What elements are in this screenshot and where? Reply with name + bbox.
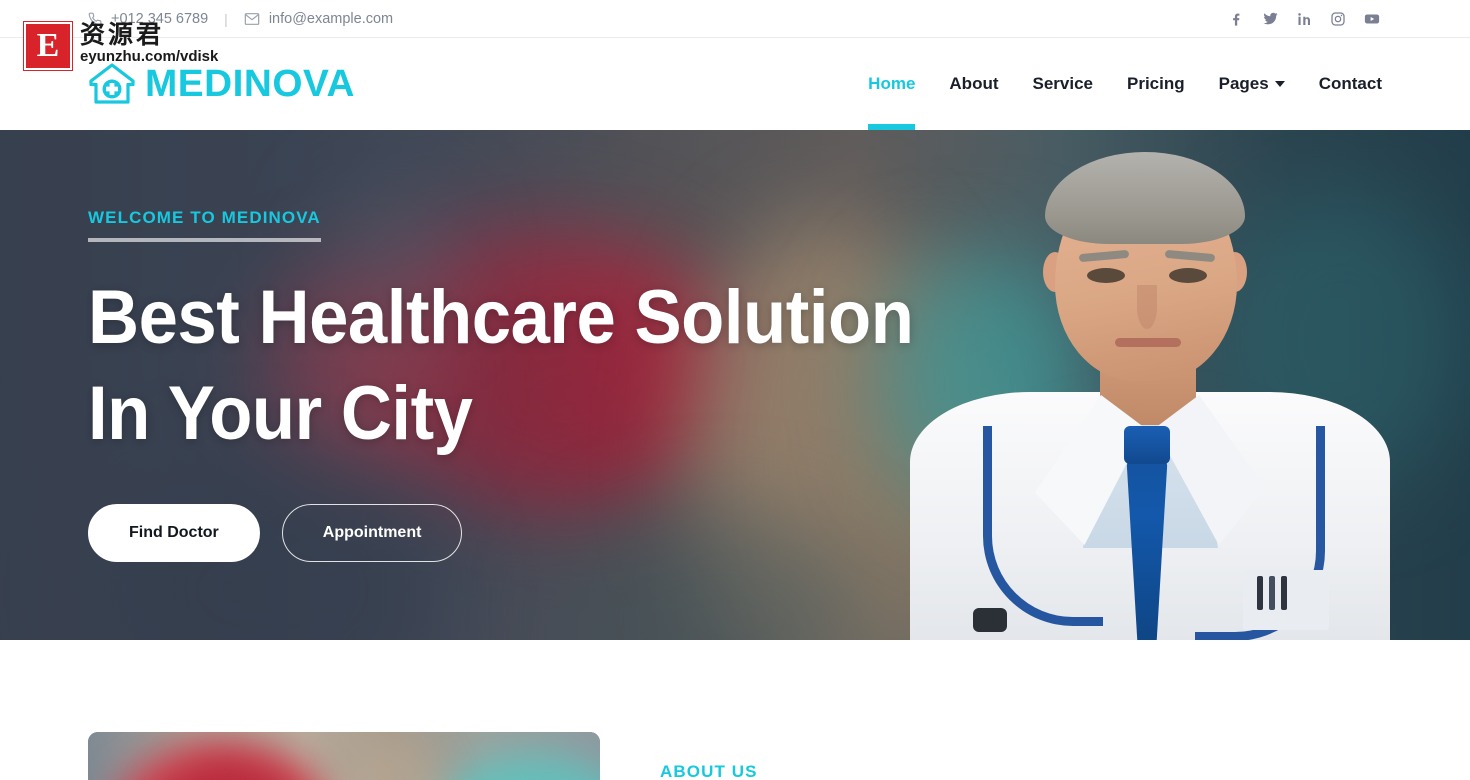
brand-name: MEDINOVA <box>144 63 356 105</box>
envelope-icon <box>244 11 260 27</box>
nav-item-pricing[interactable]: Pricing <box>1127 38 1185 130</box>
phone-icon <box>88 12 102 26</box>
top-contact-bar: +012 345 6789 | info@example.com <box>0 0 1470 38</box>
youtube-icon[interactable] <box>1362 9 1382 29</box>
about-kicker: ABOUT US <box>660 762 758 780</box>
nav-label-pricing: Pricing <box>1127 74 1185 93</box>
hero-kicker: WELCOME TO MEDINOVA <box>88 208 321 243</box>
email-contact[interactable]: info@example.com <box>244 11 393 27</box>
hero-actions: Find Doctor Appointment <box>88 503 1382 562</box>
nav-label-home: Home <box>868 74 916 93</box>
chevron-down-icon <box>1274 81 1285 87</box>
about-image <box>88 732 600 780</box>
hero-title-line-1: Best Healthcare Solution <box>88 275 914 361</box>
about-content: ABOUT US <box>660 732 1382 780</box>
nav-label-contact: Contact <box>1318 74 1382 93</box>
hero-title-line-2: In Your City <box>88 371 473 456</box>
nav-item-about[interactable]: About <box>949 38 998 130</box>
facebook-icon[interactable] <box>1226 9 1246 29</box>
hero-title: Best Healthcare Solution In Your City <box>88 270 1291 462</box>
top-contact-info: +012 345 6789 | info@example.com <box>88 11 393 27</box>
instagram-icon[interactable] <box>1328 9 1348 29</box>
nav-label-about: About <box>949 74 999 93</box>
twitter-icon[interactable] <box>1260 9 1280 29</box>
nav-item-home[interactable]: Home <box>868 38 916 130</box>
brand-logo[interactable]: MEDINOVA <box>88 62 356 106</box>
hospital-home-icon <box>88 62 136 106</box>
about-section: ABOUT US <box>0 640 1470 780</box>
phone-number: +012 345 6789 <box>111 10 209 27</box>
appointment-button[interactable]: Appointment <box>281 503 463 562</box>
email-address: info@example.com <box>268 10 394 27</box>
linkedin-icon[interactable] <box>1294 9 1314 29</box>
nav-item-contact[interactable]: Contact <box>1319 38 1382 130</box>
nav-item-pages[interactable]: Pages <box>1219 38 1285 130</box>
hero-section: WELCOME TO MEDINOVA Best Healthcare Solu… <box>0 130 1470 640</box>
nav-label-pages: Pages <box>1218 74 1269 93</box>
nav-label-service: Service <box>1032 74 1094 93</box>
contact-separator: | <box>224 10 228 27</box>
social-links <box>1226 9 1382 29</box>
hero-content: WELCOME TO MEDINOVA Best Healthcare Solu… <box>0 130 1470 640</box>
site-header: MEDINOVA Home About Service Pricing Page… <box>0 38 1470 130</box>
phone-contact[interactable]: +012 345 6789 <box>88 11 208 27</box>
find-doctor-button[interactable]: Find Doctor <box>88 503 260 562</box>
nav-item-service[interactable]: Service <box>1033 38 1094 130</box>
main-navigation: Home About Service Pricing Pages Contact <box>868 38 1382 130</box>
